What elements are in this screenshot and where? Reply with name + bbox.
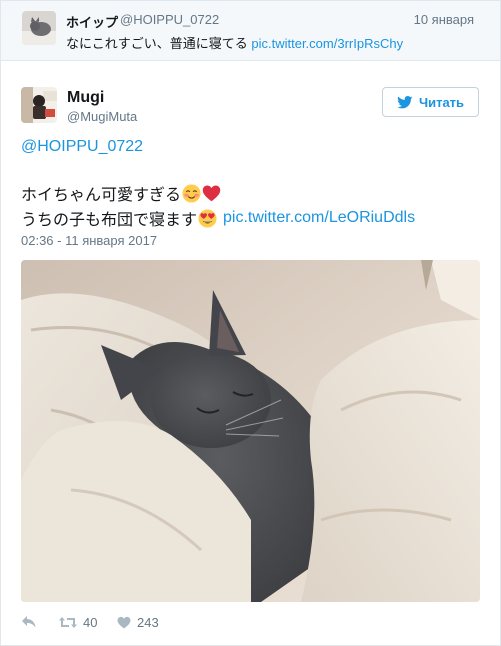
tweet-text-line-1: ホイちゃん可愛すぎる bbox=[21, 181, 221, 205]
author-handle[interactable]: @MugiMuta bbox=[67, 109, 137, 124]
retweet-icon bbox=[59, 616, 77, 628]
parent-avatar[interactable] bbox=[22, 11, 56, 45]
heart-eyes-emoji bbox=[198, 208, 217, 228]
retweet-button[interactable]: 40 bbox=[59, 615, 117, 630]
twitter-bird-icon bbox=[397, 95, 413, 108]
tweet-text-1: ホイちゃん可愛すぎる bbox=[21, 187, 182, 204]
tweet-timestamp[interactable]: 02:36 - 11 января 2017 bbox=[21, 233, 157, 248]
red-heart-emoji bbox=[202, 185, 221, 201]
embedded-tweet-card: ホイップ @HOIPPU_0722 10 января なにこれすごい、普通に寝… bbox=[0, 0, 501, 646]
heart-icon bbox=[117, 616, 131, 628]
parent-pic-link[interactable]: pic.twitter.com/3rrIpRsChy bbox=[251, 36, 403, 51]
smiling-blushing-emoji bbox=[182, 183, 201, 203]
parent-author-name[interactable]: ホイップ bbox=[66, 12, 118, 31]
follow-button-label: Читать bbox=[418, 94, 465, 110]
tweet-text-line-2: うちの子も布団で寝ます pic.twitter.com/LeORiuDdls bbox=[21, 206, 415, 230]
tweet-actions: 40 243 bbox=[21, 613, 159, 631]
reply-button[interactable] bbox=[21, 615, 59, 629]
author-avatar[interactable] bbox=[21, 87, 57, 123]
tweet-photo[interactable] bbox=[21, 260, 480, 602]
parent-tweet[interactable]: ホイップ @HOIPPU_0722 10 января なにこれすごい、普通に寝… bbox=[1, 1, 500, 61]
reply-icon bbox=[22, 616, 36, 628]
parent-date[interactable]: 10 января bbox=[414, 12, 474, 27]
tweet-pic-link[interactable]: pic.twitter.com/LeORiuDdls bbox=[223, 209, 415, 227]
like-button[interactable]: 243 bbox=[117, 615, 159, 630]
parent-tweet-text: なにこれすごい、普通に寝てる pic.twitter.com/3rrIpRsCh… bbox=[66, 33, 403, 52]
like-count: 243 bbox=[137, 614, 159, 630]
parent-author-handle[interactable]: @HOIPPU_0722 bbox=[120, 12, 219, 27]
retweet-count: 40 bbox=[83, 614, 98, 630]
tweet-text-2: うちの子も布団で寝ます bbox=[21, 212, 198, 229]
author-name[interactable]: Mugi bbox=[67, 89, 104, 107]
parent-text-body: なにこれすごい、普通に寝てる bbox=[66, 36, 248, 51]
reply-to-mention[interactable]: @HOIPPU_0722 bbox=[21, 138, 143, 156]
follow-button[interactable]: Читать bbox=[382, 87, 479, 117]
